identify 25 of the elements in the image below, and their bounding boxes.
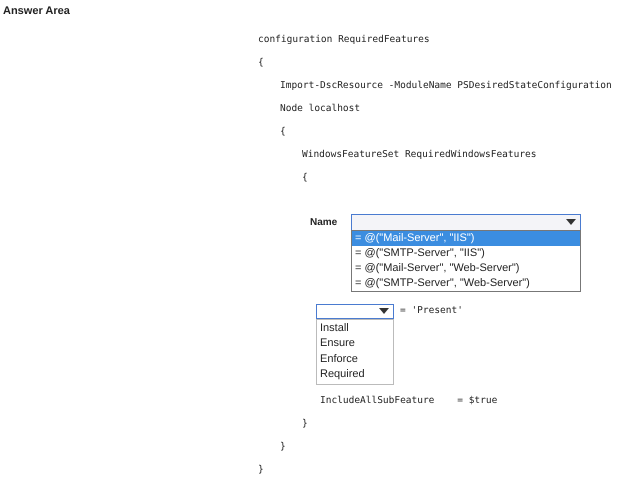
caret-icon (566, 219, 576, 225)
dropdown-option[interactable]: Ensure (317, 336, 393, 352)
code-line: { (302, 171, 308, 186)
dropdown-option[interactable]: = @("SMTP-Server", "Web-Server") (352, 276, 580, 290)
code-line: IncludeAllSubFeature = $true (320, 394, 498, 408)
dropdown-option[interactable]: Install (317, 320, 393, 336)
dropdown-option[interactable]: = @("SMTP-Server", "IIS") (352, 246, 580, 260)
ensure-dropdown[interactable] (316, 304, 394, 318)
dropdown-option[interactable]: = @("Mail-Server", "Web-Server") (352, 260, 580, 276)
code-line: } (280, 440, 286, 454)
code-line: } (302, 417, 308, 432)
code-line: = 'Present' (400, 304, 463, 318)
name-label: Name (310, 216, 338, 230)
code-line: configuration RequiredFeatures (258, 33, 430, 48)
code-line: WindowsFeatureSet RequiredWindowsFeatures (302, 148, 536, 162)
name-dropdown[interactable] (351, 214, 581, 230)
code-line: } (258, 463, 264, 478)
code-line: { (258, 56, 264, 70)
answer-area-heading: Answer Area (3, 4, 70, 19)
code-line: { (280, 125, 286, 140)
code-line: Import-DscResource -ModuleName PSDesiredStateConfiguration (280, 79, 612, 94)
dropdown-option[interactable]: Required (317, 367, 393, 382)
dropdown-option[interactable]: Enforce (317, 352, 393, 367)
caret-icon (379, 308, 389, 314)
code-line: Node localhost (280, 102, 360, 116)
